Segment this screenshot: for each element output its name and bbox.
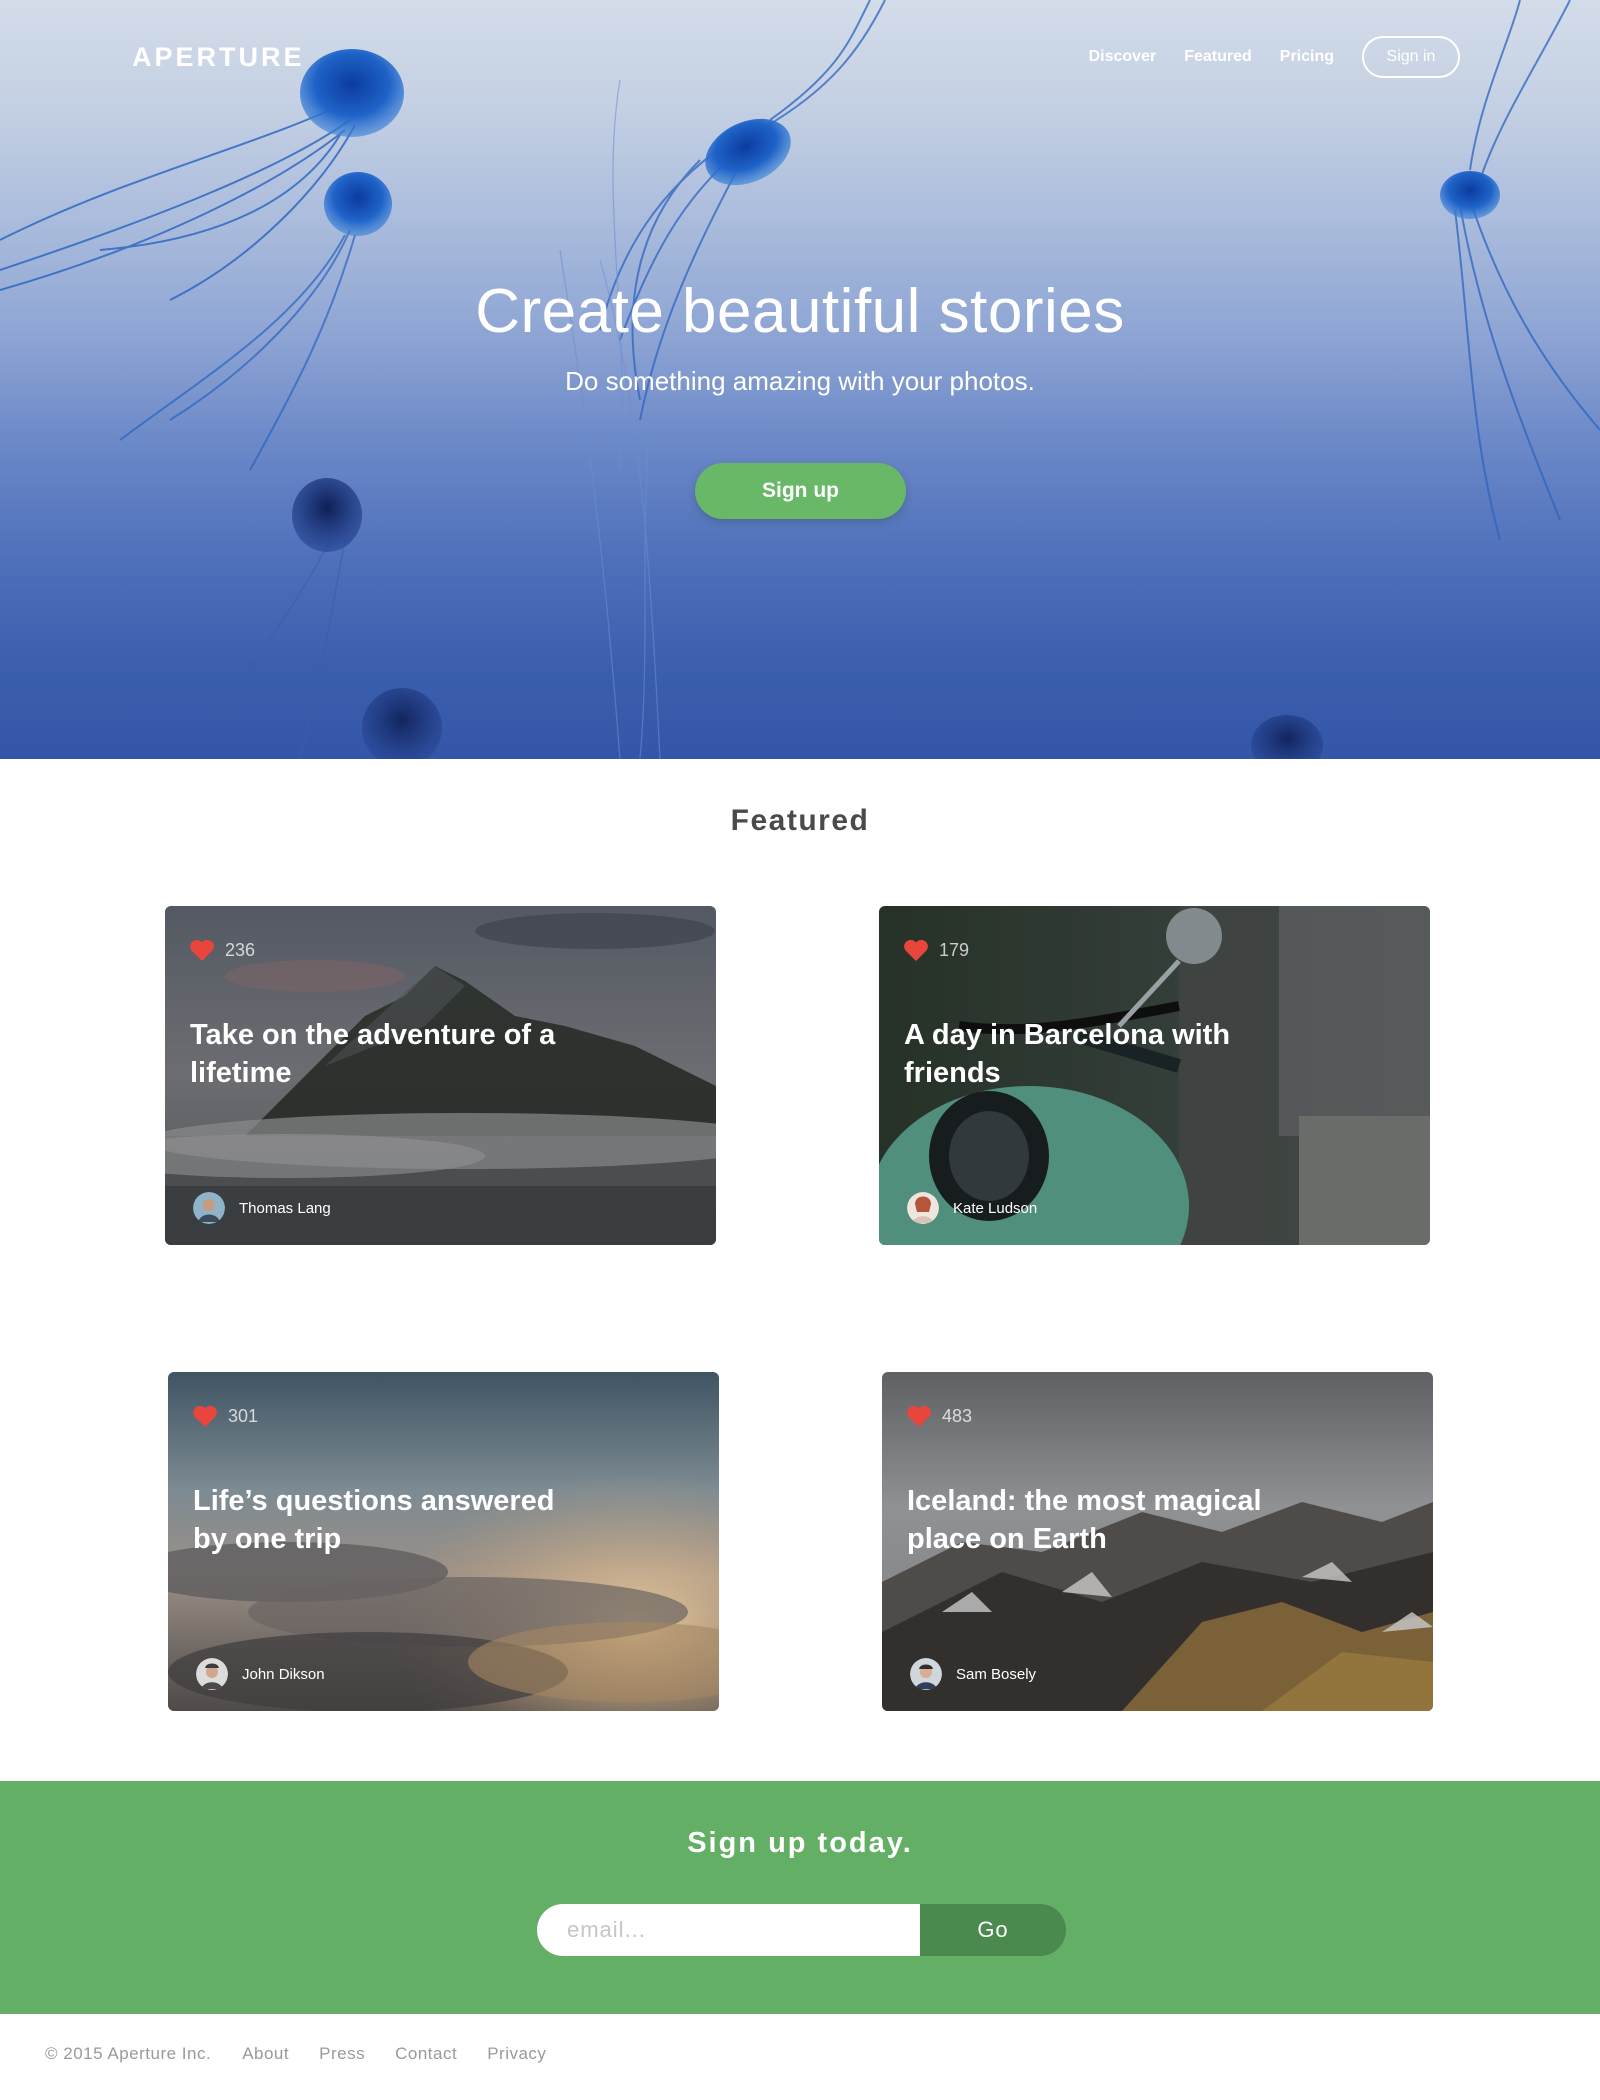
card-author[interactable]: Thomas Lang [193, 1192, 331, 1224]
featured-heading: Featured [730, 804, 870, 837]
card-author[interactable]: Kate Ludson [907, 1192, 1037, 1224]
likes-counter[interactable]: 483 [906, 1404, 972, 1428]
author-name: John Dikson [242, 1665, 325, 1683]
nav-discover[interactable]: Discover [1089, 48, 1157, 66]
hero-subtitle: Do something amazing with your photos. [565, 366, 1035, 396]
top-nav: Discover Featured Pricing Sign in [1089, 36, 1460, 78]
featured-card[interactable]: 236 Take on the adventure of a lifetime … [165, 906, 716, 1245]
hero-title: Create beautiful stories [475, 277, 1125, 346]
likes-count: 236 [225, 939, 256, 960]
featured-card[interactable]: 483 Iceland: the most magical place on E… [882, 1372, 1433, 1711]
likes-count: 301 [228, 1405, 259, 1426]
brand-logo[interactable]: APERTURE [132, 42, 305, 73]
go-button[interactable]: Go [920, 1904, 1066, 1956]
author-name: Kate Ludson [953, 1199, 1038, 1217]
heart-icon[interactable] [189, 938, 215, 962]
heart-icon[interactable] [192, 1404, 218, 1428]
signup-heading: Sign up today. [687, 1827, 913, 1859]
footer-link-about[interactable]: About [242, 2044, 289, 2064]
card-author[interactable]: John Dikson [196, 1658, 325, 1690]
card-title: Take on the adventure of a lifetime [190, 1019, 556, 1089]
avatar [196, 1658, 228, 1690]
nav-pricing[interactable]: Pricing [1280, 48, 1334, 66]
heart-icon[interactable] [906, 1404, 932, 1428]
likes-counter[interactable]: 236 [189, 938, 255, 962]
avatar [907, 1192, 939, 1224]
nav-featured[interactable]: Featured [1184, 48, 1252, 66]
signup-form: Go [537, 1904, 1066, 1956]
card-title: Iceland: the most magical place on Earth [907, 1485, 1262, 1555]
likes-count: 483 [942, 1405, 973, 1426]
featured-card[interactable]: 301 Life’s questions answered by one tri… [168, 1372, 719, 1711]
sign-in-button[interactable]: Sign in [1362, 36, 1460, 78]
footer-link-press[interactable]: Press [319, 2044, 365, 2064]
footer-link-contact[interactable]: Contact [395, 2044, 457, 2064]
avatar [910, 1658, 942, 1690]
hero-sign-up-button[interactable]: Sign up [695, 463, 906, 519]
heart-icon[interactable] [903, 938, 929, 962]
avatar [193, 1192, 225, 1224]
hero-section: APERTURE Discover Featured Pricing Sign … [0, 0, 1600, 759]
footer-link-privacy[interactable]: Privacy [487, 2044, 546, 2064]
card-title: Life’s questions answered by one trip [193, 1485, 555, 1555]
likes-counter[interactable]: 301 [192, 1404, 258, 1428]
featured-card[interactable]: 179 A day in Barcelona with friends Kate… [879, 906, 1430, 1245]
signup-section: Sign up today. Go [0, 1781, 1600, 2014]
card-author[interactable]: Sam Bosely [910, 1658, 1036, 1690]
card-title: A day in Barcelona with friends [904, 1019, 1231, 1089]
likes-counter[interactable]: 179 [903, 938, 969, 962]
likes-count: 179 [939, 939, 970, 960]
author-name: Thomas Lang [239, 1199, 331, 1217]
email-field[interactable] [537, 1904, 921, 1956]
footer: © 2015 Aperture Inc. About Press Contact… [45, 2044, 576, 2064]
copyright-text: © 2015 Aperture Inc. [45, 2044, 212, 2063]
author-name: Sam Bosely [956, 1665, 1037, 1683]
